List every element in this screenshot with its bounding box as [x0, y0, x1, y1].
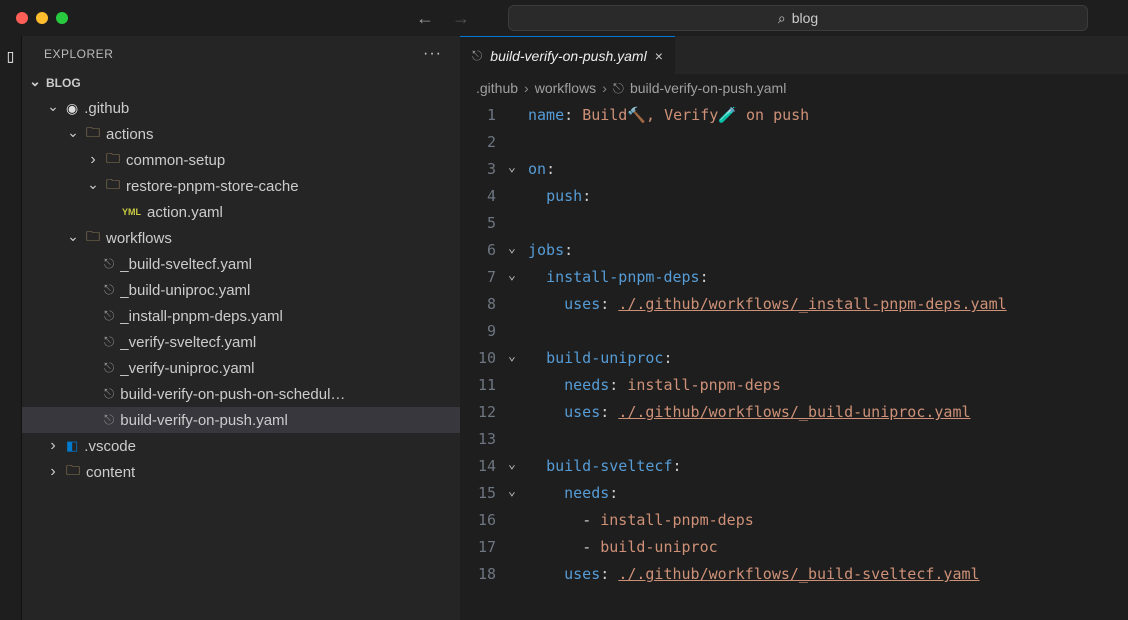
tree-folder-content[interactable]: 🗀 content [22, 459, 460, 485]
close-tab-icon[interactable]: × [655, 48, 663, 64]
close-window-button[interactable] [16, 12, 28, 24]
code-content[interactable]: name: Build🔨, Verify🧪 on push on: push: … [528, 102, 1128, 620]
tree-folder-workflows[interactable]: 🗀 workflows [22, 225, 460, 251]
titlebar: ← → ⌕ blog [0, 0, 1128, 36]
tree-folder-vscode[interactable]: ◧ .vscode [22, 433, 460, 459]
explorer-icon[interactable]: ▯ [7, 48, 15, 65]
workflow-file-icon: ⎋ [104, 334, 114, 350]
sidebar-title: EXPLORER [44, 47, 113, 61]
sidebar-header: EXPLORER ··· [22, 36, 460, 71]
search-text: blog [792, 10, 818, 26]
command-center[interactable]: ⌕ blog [508, 5, 1088, 31]
chevron-right-icon: › [602, 80, 607, 96]
folder-icon: 🗀 [106, 174, 120, 198]
tree-file[interactable]: ⎋ _verify-sveltecf.yaml [22, 329, 460, 355]
chevron-right-icon [46, 463, 60, 481]
tab-label: build-verify-on-push.yaml [490, 48, 646, 64]
chevron-right-icon [86, 151, 100, 169]
tree-folder-actions[interactable]: 🗀 actions [22, 121, 460, 147]
nav-back-icon[interactable]: ← [416, 8, 434, 29]
breadcrumb-item[interactable]: build-verify-on-push.yaml [630, 80, 786, 96]
nav-forward-icon[interactable]: → [452, 8, 470, 29]
window-controls [16, 12, 68, 24]
workflow-file-icon: ⎋ [104, 308, 114, 324]
workflow-file-icon: ⎋ [104, 412, 114, 428]
tree-file[interactable]: ⎋ _install-pnpm-deps.yaml [22, 303, 460, 329]
breadcrumb-item[interactable]: workflows [535, 80, 596, 96]
maximize-window-button[interactable] [56, 12, 68, 24]
breadcrumbs[interactable]: .github › workflows › ⎋ build-verify-on-… [460, 74, 1128, 102]
section-header[interactable]: BLOG [22, 71, 460, 95]
chevron-down-icon [28, 75, 42, 92]
breadcrumb-item[interactable]: .github [476, 80, 518, 96]
editor-area: ⎋ build-verify-on-push.yaml × .github › … [460, 36, 1128, 620]
workflow-file-icon: ⎋ [613, 80, 624, 97]
workflow-file-icon: ⎋ [104, 282, 114, 298]
folder-icon: 🗀 [86, 226, 100, 250]
section-label: BLOG [46, 76, 81, 90]
vscode-icon: ◧ [66, 438, 78, 454]
fold-gutter[interactable] [508, 102, 528, 620]
tree-folder-common-setup[interactable]: 🗀 common-setup [22, 147, 460, 173]
nav-arrows: ← → [416, 8, 470, 29]
sidebar-more-icon[interactable]: ··· [423, 45, 442, 63]
search-icon: ⌕ [778, 10, 786, 27]
file-tree: ◉ .github 🗀 actions 🗀 common-setup 🗀 res… [22, 95, 460, 485]
chevron-down-icon [86, 178, 100, 195]
tree-file-active[interactable]: ⎋ build-verify-on-push.yaml [22, 407, 460, 433]
yaml-icon: YML [122, 207, 141, 217]
tree-file[interactable]: ⎋ _build-uniproc.yaml [22, 277, 460, 303]
tree-folder-restore-cache[interactable]: 🗀 restore-pnpm-store-cache [22, 173, 460, 199]
workflow-file-icon: ⎋ [104, 360, 114, 376]
chevron-down-icon [66, 230, 80, 247]
code-editor[interactable]: 123456789101112131415161718 name: Build🔨… [460, 102, 1128, 620]
chevron-right-icon [46, 437, 60, 455]
workflow-file-icon: ⎋ [104, 256, 114, 272]
tree-file[interactable]: ⎋ _build-sveltecf.yaml [22, 251, 460, 277]
tree-folder-github[interactable]: ◉ .github [22, 95, 460, 121]
workflow-file-icon: ⎋ [104, 386, 114, 402]
minimize-window-button[interactable] [36, 12, 48, 24]
activity-bar: ▯ [0, 36, 22, 620]
editor-tabs: ⎋ build-verify-on-push.yaml × [460, 36, 1128, 74]
tree-file[interactable]: ⎋ _verify-uniproc.yaml [22, 355, 460, 381]
editor-tab-active[interactable]: ⎋ build-verify-on-push.yaml × [460, 36, 675, 74]
tree-file[interactable]: ⎋ build-verify-on-push-on-schedul… [22, 381, 460, 407]
folder-icon: 🗀 [66, 460, 80, 484]
chevron-down-icon [66, 126, 80, 143]
chevron-right-icon: › [524, 80, 529, 96]
chevron-down-icon [46, 100, 60, 117]
workflow-file-icon: ⎋ [472, 48, 482, 64]
folder-icon: 🗀 [86, 122, 100, 146]
line-number-gutter: 123456789101112131415161718 [460, 102, 508, 620]
folder-icon: 🗀 [106, 148, 120, 172]
github-icon: ◉ [66, 100, 78, 117]
tree-file-action-yaml[interactable]: YML action.yaml [22, 199, 460, 225]
sidebar: EXPLORER ··· BLOG ◉ .github 🗀 actions 🗀 … [22, 36, 460, 620]
